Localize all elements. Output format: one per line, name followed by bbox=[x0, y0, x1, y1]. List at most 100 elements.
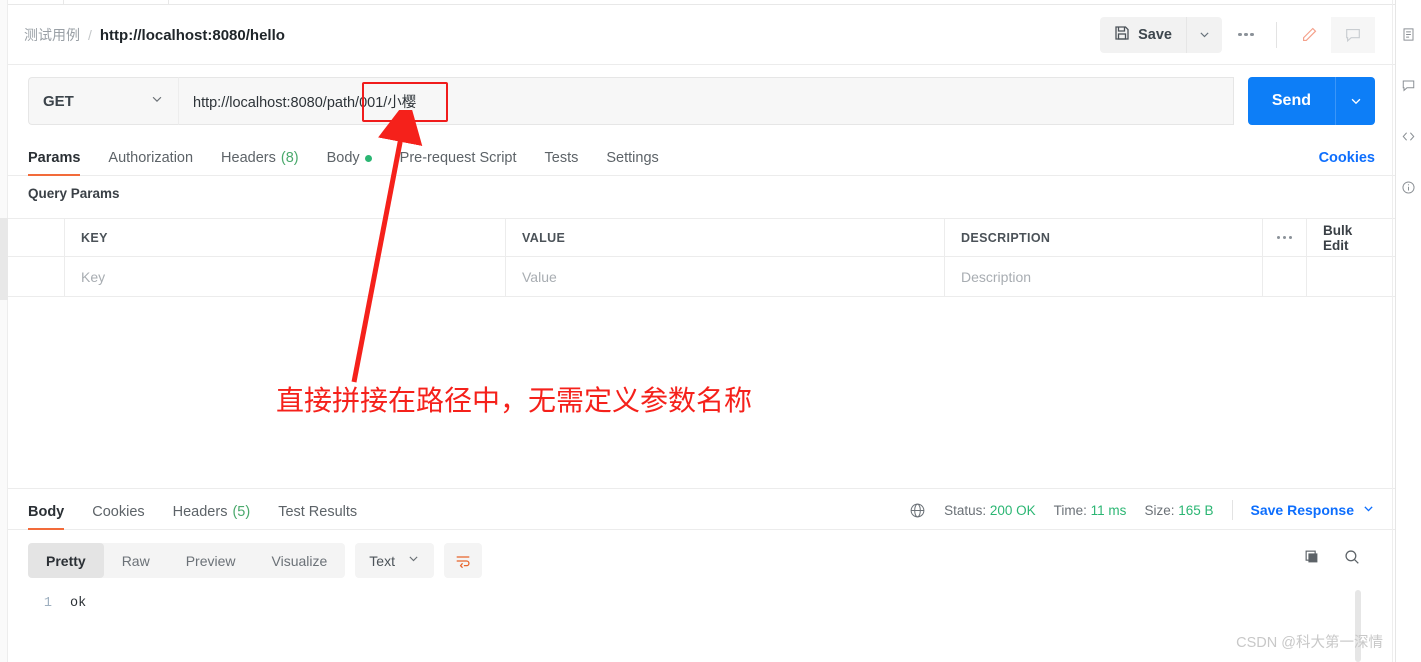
column-header-key: KEY bbox=[65, 219, 506, 256]
page-scrollbar-track[interactable] bbox=[1392, 0, 1393, 662]
copy-icon[interactable] bbox=[1303, 548, 1321, 566]
left-gutter-highlight bbox=[0, 218, 8, 300]
status-label: Status: bbox=[944, 502, 987, 518]
method-chevron-down-icon bbox=[150, 92, 164, 111]
wrap-lines-icon[interactable] bbox=[443, 543, 482, 578]
line-content: ok bbox=[70, 596, 87, 611]
tab-pre-request-script[interactable]: Pre-request Script bbox=[400, 150, 517, 175]
save-response-chevron-down-icon bbox=[1362, 502, 1375, 518]
response-tab-cookies-label: Cookies bbox=[92, 504, 145, 520]
time-badge: Time: 11 ms bbox=[1054, 503, 1127, 518]
table-row: Key Value Description bbox=[8, 257, 1395, 297]
tab-headers[interactable]: Headers (8) bbox=[221, 150, 299, 175]
tab-params-label: Params bbox=[28, 150, 81, 166]
tab-settings[interactable]: Settings bbox=[606, 150, 658, 175]
cookies-link[interactable]: Cookies bbox=[1319, 150, 1375, 175]
header-divider bbox=[1276, 21, 1277, 48]
save-button[interactable]: Save bbox=[1100, 17, 1186, 53]
send-button-group: Send bbox=[1247, 77, 1375, 125]
send-button[interactable]: Send bbox=[1248, 77, 1335, 125]
query-params-table: KEY VALUE DESCRIPTION Bulk Edit Key Valu… bbox=[8, 218, 1395, 297]
row-key-input[interactable]: Key bbox=[65, 257, 506, 296]
breadcrumb-collection[interactable]: 测试用例 bbox=[24, 25, 80, 45]
url-input-value: http://localhost:8080/path/001/小樱 bbox=[193, 94, 417, 111]
row-value-input[interactable]: Value bbox=[506, 257, 945, 296]
tab-authorization[interactable]: Authorization bbox=[108, 150, 193, 175]
response-format-select[interactable]: Text bbox=[355, 543, 434, 578]
page-title: http://localhost:8080/hello bbox=[99, 26, 285, 44]
response-tab-headers-label: Headers bbox=[172, 504, 228, 520]
view-visualize[interactable]: Visualize bbox=[254, 543, 346, 578]
status-badge: Status: 200 OK bbox=[944, 503, 1036, 518]
format-chevron-down-icon bbox=[407, 552, 420, 570]
tab-headers-count: (8) bbox=[280, 150, 299, 166]
table-options-ellipsis-icon[interactable] bbox=[1263, 219, 1307, 256]
send-dropdown-chevron-down-icon[interactable] bbox=[1335, 77, 1375, 125]
response-meta: Status: 200 OK Time: 11 ms Size: 165 B S… bbox=[909, 500, 1375, 529]
response-tab-body-label: Body bbox=[28, 504, 65, 520]
tab-params[interactable]: Params bbox=[28, 150, 81, 176]
document-icon[interactable] bbox=[1400, 26, 1417, 43]
response-separator bbox=[8, 488, 1395, 489]
postman-window: 测试用例 / http://localhost:8080/hello Save bbox=[0, 0, 1421, 662]
row-key-placeholder: Key bbox=[81, 268, 106, 285]
comment-icon[interactable] bbox=[1331, 16, 1375, 53]
response-view-segmented-control: Pretty Raw Preview Visualize bbox=[28, 543, 346, 578]
url-bar: GET http://localhost:8080/path/001/小樱 Se… bbox=[8, 70, 1395, 132]
response-tab-headers-count: (5) bbox=[232, 504, 251, 520]
request-tabs: Params Authorization Headers (8) Body Pr… bbox=[8, 138, 1395, 176]
http-method-select[interactable]: GET bbox=[28, 77, 178, 125]
search-icon[interactable] bbox=[1343, 548, 1361, 566]
url-input[interactable]: http://localhost:8080/path/001/小樱 bbox=[178, 77, 1234, 125]
time-value: 11 ms bbox=[1090, 502, 1127, 518]
size-value: 165 B bbox=[1178, 502, 1214, 518]
response-body-toolbar: Pretty Raw Preview Visualize Text bbox=[28, 543, 482, 578]
bulk-edit-label: Bulk Edit bbox=[1323, 222, 1353, 253]
row-checkbox-cell[interactable] bbox=[8, 257, 65, 296]
save-dropdown-chevron-down-icon[interactable] bbox=[1186, 16, 1222, 53]
code-line: 1 ok bbox=[8, 588, 1395, 611]
time-label: Time: bbox=[1053, 502, 1087, 518]
tab-pre-request-script-label: Pre-request Script bbox=[399, 150, 517, 166]
view-raw[interactable]: Raw bbox=[104, 543, 168, 578]
tab-body[interactable]: Body bbox=[327, 150, 372, 175]
row-description-input[interactable]: Description bbox=[945, 257, 1263, 296]
query-params-title: Query Params bbox=[28, 186, 120, 201]
more-options-ellipsis-icon[interactable] bbox=[1226, 17, 1266, 53]
edit-pencil-icon[interactable] bbox=[1287, 16, 1331, 53]
response-tab-headers[interactable]: Headers (5) bbox=[173, 504, 251, 529]
response-tabs: Body Cookies Headers (5) Test Results St… bbox=[8, 492, 1395, 530]
info-circle-icon[interactable] bbox=[1400, 179, 1417, 196]
globe-icon bbox=[909, 502, 926, 519]
row-description-placeholder: Description bbox=[961, 268, 1032, 285]
view-pretty[interactable]: Pretty bbox=[28, 543, 104, 578]
response-tab-test-results[interactable]: Test Results bbox=[278, 504, 357, 529]
body-modified-dot-icon bbox=[364, 154, 372, 162]
bulk-edit-button[interactable]: Bulk Edit bbox=[1307, 219, 1395, 256]
response-tab-cookies[interactable]: Cookies bbox=[92, 504, 144, 529]
code-icon[interactable] bbox=[1400, 128, 1417, 145]
column-header-description: DESCRIPTION bbox=[945, 219, 1263, 256]
breadcrumb-separator: / bbox=[88, 26, 92, 43]
response-tab-body[interactable]: Body bbox=[28, 504, 65, 530]
view-preview[interactable]: Preview bbox=[168, 543, 254, 578]
table-header-row: KEY VALUE DESCRIPTION Bulk Edit bbox=[8, 218, 1395, 257]
header-actions: Save bbox=[1100, 16, 1395, 53]
meta-divider bbox=[1231, 500, 1233, 520]
response-body-viewer[interactable]: 1 ok bbox=[8, 588, 1395, 662]
line-number: 1 bbox=[43, 596, 52, 611]
save-button-label: Save bbox=[1138, 26, 1172, 43]
response-tab-test-results-label: Test Results bbox=[278, 504, 358, 520]
tab-tests[interactable]: Tests bbox=[545, 150, 579, 175]
response-body-tools bbox=[1303, 548, 1361, 566]
left-gutter bbox=[0, 0, 8, 662]
save-response-button[interactable]: Save Response bbox=[1251, 502, 1376, 518]
size-badge: Size: 165 B bbox=[1144, 503, 1213, 518]
response-format-label: Text bbox=[369, 552, 395, 569]
row-bulk-cell bbox=[1307, 257, 1395, 296]
tab-tests-label: Tests bbox=[544, 150, 579, 166]
http-method-label: GET bbox=[43, 92, 74, 110]
comment-icon[interactable] bbox=[1400, 77, 1417, 94]
watermark: CSDN @科大第一深情 bbox=[1236, 635, 1383, 651]
save-button-group: Save bbox=[1100, 16, 1222, 53]
